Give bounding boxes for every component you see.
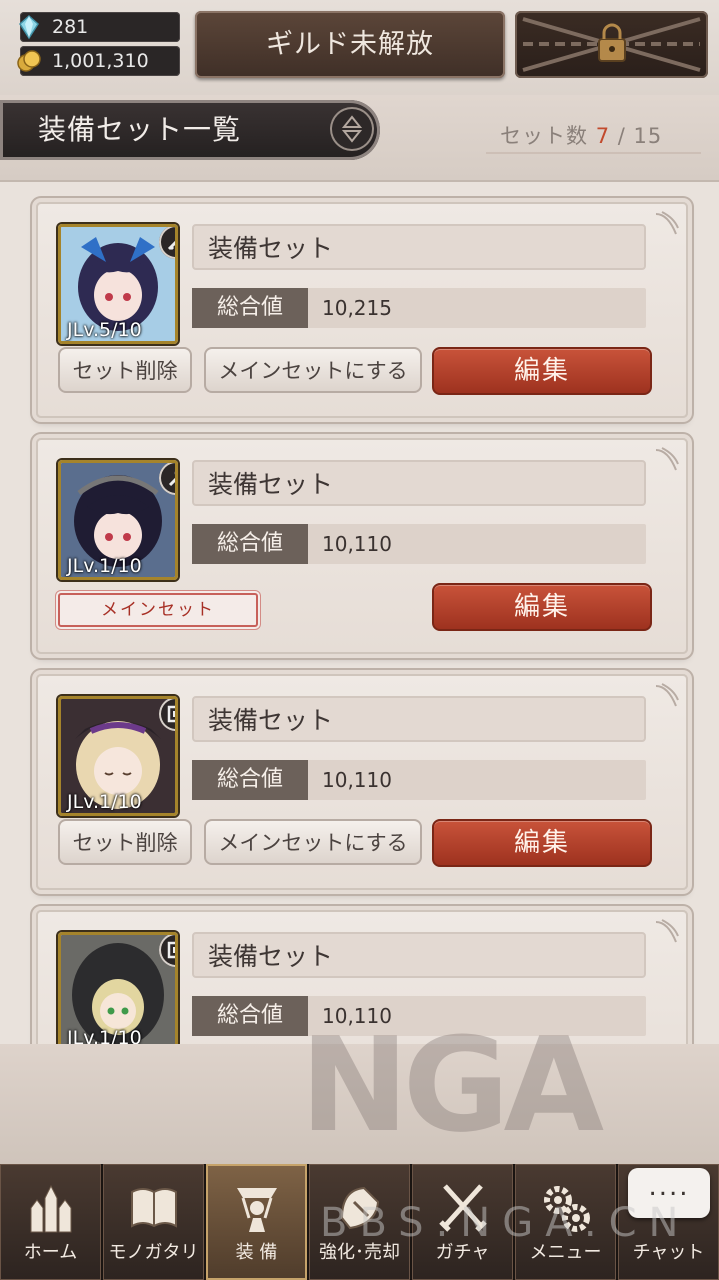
total-power-label: 総合値 xyxy=(192,524,308,564)
total-power-label: 総合値 xyxy=(192,996,308,1036)
delete-set-button[interactable]: セット削除 xyxy=(58,819,192,865)
nav-story[interactable]: モノガタリ xyxy=(103,1164,206,1280)
chain-lock-icon xyxy=(522,17,701,72)
delete-set-button[interactable]: セット削除 xyxy=(58,347,192,393)
equipment-set-list[interactable]: JLv.5/10 装備セット 総合値 10,215 セット削除 メインセットにす… xyxy=(0,182,719,1044)
nav-label: 装 備 xyxy=(235,1242,278,1263)
sort-button[interactable] xyxy=(330,107,374,151)
job-level: JLv.1/10 xyxy=(67,791,142,813)
crystal-value: 281 xyxy=(52,16,89,38)
set-card: JLv.1/10 装備セット 総合値 10,110 メインセット 編集 xyxy=(36,438,688,654)
set-name[interactable]: 装備セット xyxy=(192,460,646,506)
job-level: JLv.5/10 xyxy=(67,319,142,341)
set-count-label: セット数 xyxy=(500,124,588,148)
top-bar: 281 1,001,310 ギルド未解放 xyxy=(0,0,719,95)
character-portrait[interactable]: JLv.1/10 xyxy=(58,460,178,580)
book-icon xyxy=(131,1188,177,1228)
make-main-set-button[interactable]: メインセットにする xyxy=(204,819,422,865)
make-main-set-button[interactable]: メインセットにする xyxy=(204,347,422,393)
equipment-icon xyxy=(237,1188,277,1232)
corner-ornament-icon xyxy=(655,447,679,471)
watermark-text: BBS.NGA.CN xyxy=(320,1200,691,1246)
chat-bubble-dots: .... xyxy=(648,1172,690,1202)
total-power: 総合値 10,215 xyxy=(192,288,646,328)
locked-feature-button[interactable] xyxy=(515,11,708,78)
gold-value: 1,001,310 xyxy=(52,50,149,72)
main-set-badge: メインセット xyxy=(58,593,258,627)
watermark-logo: NGA xyxy=(300,1009,604,1161)
coin-icon xyxy=(17,50,41,72)
character-portrait[interactable]: JLv.1/10 xyxy=(58,932,178,1044)
sort-icon xyxy=(341,115,363,143)
corner-ornament-icon xyxy=(655,211,679,235)
job-level: JLv.1/10 xyxy=(67,1027,142,1044)
total-power-value: 10,110 xyxy=(322,768,392,792)
edit-button[interactable]: 編集 xyxy=(432,347,652,395)
tome-icon xyxy=(159,935,175,967)
crystal-icon xyxy=(19,14,39,40)
sword-icon xyxy=(159,227,175,259)
total-power-value: 10,110 xyxy=(322,532,392,556)
staff-icon xyxy=(159,463,175,495)
total-power-label: 総合値 xyxy=(192,760,308,800)
tome-icon xyxy=(159,699,175,731)
set-card: JLv.5/10 装備セット 総合値 10,215 セット削除 メインセットにす… xyxy=(36,202,688,418)
set-count-max: 15 xyxy=(633,124,663,148)
edit-button[interactable]: 編集 xyxy=(432,583,652,631)
crystal-counter: 281 xyxy=(19,12,180,42)
character-portrait[interactable]: JLv.5/10 xyxy=(58,224,178,344)
gold-counter: 1,001,310 xyxy=(17,46,180,76)
guild-button[interactable]: ギルド未解放 xyxy=(195,11,505,78)
set-count: セット数 7 / 15 xyxy=(500,120,662,150)
set-name[interactable]: 装備セット xyxy=(192,696,646,742)
corner-ornament-icon xyxy=(655,683,679,707)
nav-home[interactable]: ホーム xyxy=(0,1164,103,1280)
character-portrait[interactable]: JLv.1/10 xyxy=(58,696,178,816)
total-power: 総合値 10,110 xyxy=(192,760,646,800)
set-count-current: 7 xyxy=(595,124,611,148)
nav-label: ホーム xyxy=(23,1242,78,1263)
total-power-value: 10,215 xyxy=(322,296,392,320)
total-power-label: 総合値 xyxy=(192,288,308,328)
page-title: 装備セット一覧 xyxy=(38,113,242,146)
corner-ornament-icon xyxy=(655,919,679,943)
nav-equipment[interactable]: 装 備 xyxy=(206,1164,309,1280)
nav-label: モノガタリ xyxy=(108,1242,199,1263)
total-power: 総合値 10,110 xyxy=(192,524,646,564)
job-level: JLv.1/10 xyxy=(67,555,142,577)
page-title-tab: 装備セット一覧 xyxy=(0,100,380,160)
set-name[interactable]: 装備セット xyxy=(192,224,646,270)
set-card: JLv.1/10 装備セット 総合値 10,110 セット削除 メインセットにす… xyxy=(36,674,688,890)
set-name[interactable]: 装備セット xyxy=(192,932,646,978)
set-count-separator: / xyxy=(617,124,626,148)
edit-button[interactable]: 編集 xyxy=(432,819,652,867)
castle-icon xyxy=(30,1184,72,1233)
divider xyxy=(486,152,701,154)
